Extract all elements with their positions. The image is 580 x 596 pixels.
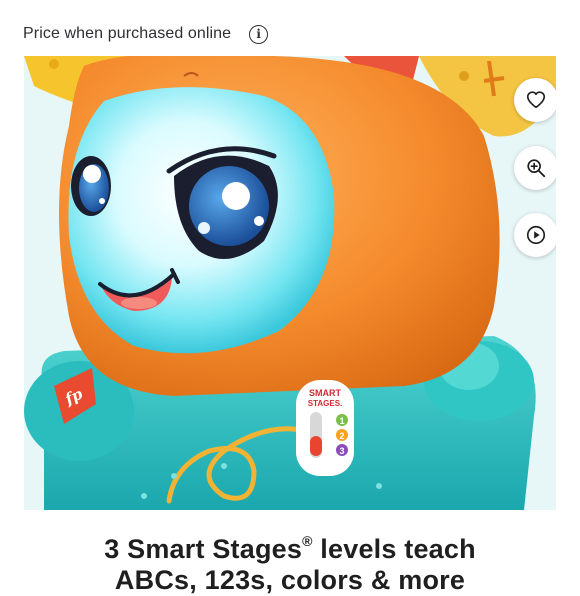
- svg-text:1: 1: [339, 416, 344, 426]
- play-icon: [526, 225, 546, 245]
- zoom-button[interactable]: [514, 146, 556, 190]
- svg-text:STAGES.: STAGES.: [308, 399, 343, 408]
- product-illustration: SMART STAGES. 1 2 3 fp: [24, 56, 556, 510]
- caption-line-2: ABCs, 123s, colors & more: [114, 565, 466, 595]
- info-icon[interactable]: i: [249, 24, 269, 44]
- caption-line-1: 3 Smart Stages® levels teach: [104, 533, 476, 564]
- product-image[interactable]: SMART STAGES. 1 2 3 fp: [24, 56, 556, 510]
- svg-text:3: 3: [339, 446, 344, 456]
- heart-icon: [526, 91, 546, 109]
- zoom-in-icon: [527, 159, 546, 178]
- svg-text:2: 2: [339, 431, 344, 441]
- product-caption: 3 Smart Stages® levels teach ABCs, 123s,…: [0, 526, 580, 596]
- favorite-button[interactable]: [514, 78, 556, 122]
- svg-text:SMART: SMART: [309, 388, 341, 398]
- price-note-text: Price when purchased online: [23, 25, 232, 42]
- price-note: Price when purchased online i: [23, 21, 269, 47]
- video-button[interactable]: [514, 213, 556, 257]
- smart-stages-badge: SMART STAGES. 1 2 3: [296, 380, 354, 476]
